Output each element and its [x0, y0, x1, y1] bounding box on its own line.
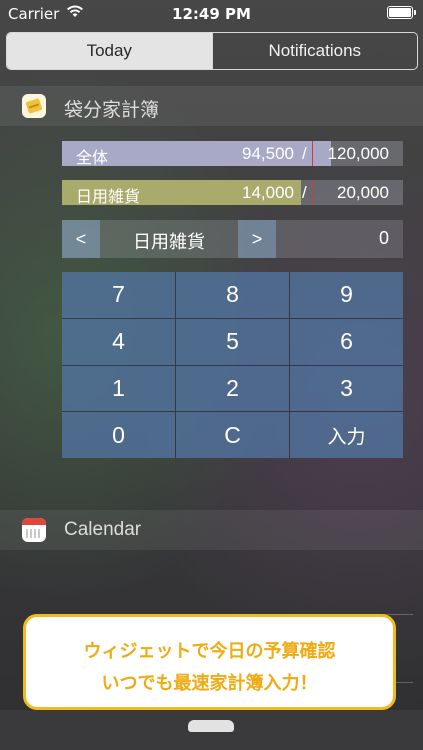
next-category-button[interactable]: > — [238, 220, 276, 258]
budget-limit-total: 120,000 — [327, 144, 389, 163]
key-8[interactable]: 8 — [176, 272, 289, 318]
key-9[interactable]: 9 — [290, 272, 403, 318]
widget-title: 袋分家計簿 — [64, 99, 160, 121]
widget-header: 袋分家計簿 — [0, 86, 423, 126]
budget-used-total: 94,500 — [242, 144, 294, 163]
budget-limit-marker — [312, 141, 313, 166]
budget-limit-category: 20,000 — [337, 183, 389, 202]
view-segmented-control: Today Notifications — [6, 32, 418, 70]
calendar-widget-header: Calendar — [0, 510, 423, 550]
budget-separator: / — [302, 183, 307, 202]
enter-button[interactable]: 入力 — [290, 412, 403, 458]
calendar-icon — [22, 518, 46, 542]
budget-used-category: 14,000 — [242, 183, 294, 202]
key-2[interactable]: 2 — [176, 365, 289, 412]
notification-center-bottom-bar — [0, 710, 423, 750]
budget-separator: / — [302, 144, 307, 163]
clock: 12:49 PM — [172, 5, 251, 23]
calendar-title: Calendar — [64, 519, 142, 540]
category-selector: < 日用雑貨 > 0 — [62, 220, 403, 258]
key-0[interactable]: 0 — [62, 412, 175, 458]
budget-bar-category: 日用雑貨 14,000 / 20,000 — [62, 180, 403, 206]
tab-today[interactable]: Today — [7, 33, 212, 69]
promo-callout: ウィジェットで今日の予算確認 いつでも最速家計簿入力！ — [23, 614, 396, 710]
key-3[interactable]: 3 — [290, 365, 403, 412]
tab-notifications[interactable]: Notifications — [211, 33, 418, 69]
callout-line-1: ウィジェットで今日の予算確認 — [83, 641, 336, 662]
prev-category-button[interactable]: < — [62, 220, 100, 258]
callout-line-2: いつでも最速家計簿入力！ — [101, 673, 318, 694]
money-pouch-icon — [22, 94, 46, 118]
budget-label-total: 全体 — [76, 148, 109, 167]
category-name: 日用雑貨 — [133, 232, 205, 253]
keypad: 7 8 9 4 5 6 1 2 3 0 C 入力 — [62, 272, 403, 458]
clear-button[interactable]: C — [176, 412, 289, 458]
budget-label-category: 日用雑貨 — [76, 187, 141, 206]
budget-limit-marker — [312, 180, 313, 205]
battery-icon — [387, 6, 416, 19]
key-5[interactable]: 5 — [176, 318, 289, 365]
pull-handle-icon[interactable] — [188, 720, 234, 732]
key-1[interactable]: 1 — [62, 365, 175, 412]
key-4[interactable]: 4 — [62, 318, 175, 365]
budget-bar-total: 全体 94,500 / 120,000 — [62, 141, 403, 167]
status-bar: Carrier 12:49 PM — [0, 0, 423, 28]
amount-display: 0 — [378, 228, 389, 248]
key-6[interactable]: 6 — [290, 318, 403, 365]
key-7[interactable]: 7 — [62, 272, 175, 318]
